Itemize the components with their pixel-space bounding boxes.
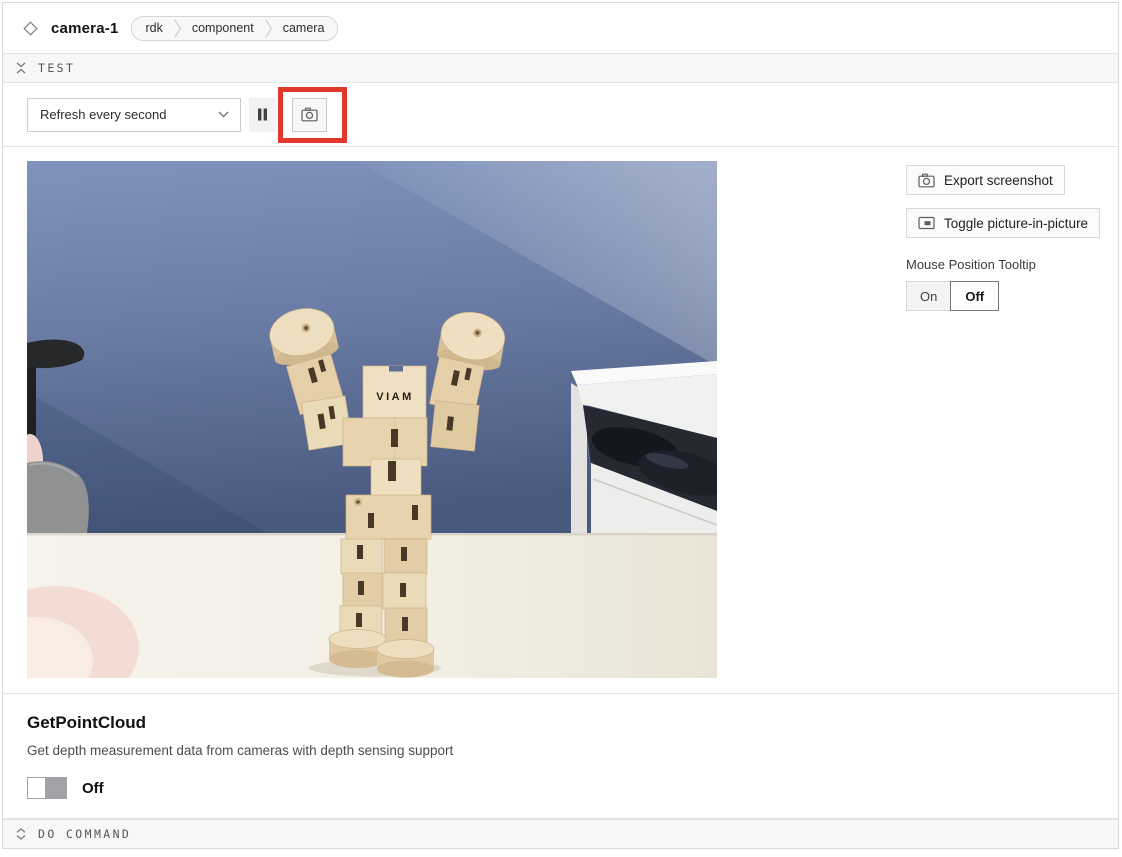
breadcrumb: rdk component camera: [131, 16, 338, 41]
collapse-icon: [16, 61, 26, 75]
diamond-icon: [23, 21, 38, 36]
refresh-rate-select[interactable]: Refresh every second: [27, 98, 241, 132]
breadcrumb-item-rdk: rdk: [135, 17, 172, 40]
tooltip-on-button[interactable]: On: [906, 281, 951, 311]
component-header: camera-1 rdk component camera: [3, 3, 1118, 53]
get-point-cloud-description: Get depth measurement data from cameras …: [27, 743, 1094, 758]
viam-logo-text: VIAM: [376, 391, 414, 403]
pause-icon: [257, 108, 268, 121]
chevron-down-icon: [218, 111, 229, 118]
export-screenshot-label: Export screenshot: [944, 173, 1053, 188]
chevron-separator-icon: [264, 18, 273, 39]
toggle-pip-label: Toggle picture-in-picture: [944, 216, 1088, 231]
test-section-bar[interactable]: TEST: [3, 53, 1118, 83]
page-title: camera-1: [51, 20, 118, 37]
export-screenshot-button[interactable]: Export screenshot: [906, 165, 1065, 195]
mouse-position-tooltip-label: Mouse Position Tooltip: [906, 257, 1116, 272]
chevron-separator-icon: [173, 18, 182, 39]
refresh-toolbar: Refresh every second: [3, 83, 1118, 147]
component-card: camera-1 rdk component camera TEST Refre…: [2, 2, 1119, 849]
breadcrumb-item-camera: camera: [273, 17, 335, 40]
refresh-rate-value: Refresh every second: [40, 107, 166, 122]
pause-refresh-button[interactable]: [249, 98, 276, 132]
screenshot-button[interactable]: [292, 98, 327, 132]
test-section-label: TEST: [38, 61, 75, 75]
camera-icon: [918, 173, 935, 188]
feed-side-controls: Export screenshot Toggle picture-in-pict…: [906, 161, 1116, 311]
right-foot: [377, 640, 434, 678]
toggle-knob: [27, 777, 46, 799]
get-point-cloud-toggle[interactable]: [27, 777, 67, 799]
test-panel-body: VIAM: [3, 147, 1118, 694]
tooltip-off-button[interactable]: Off: [950, 281, 999, 311]
picture-in-picture-icon: [918, 216, 935, 230]
get-point-cloud-title: GetPointCloud: [27, 713, 1094, 733]
breadcrumb-item-component: component: [182, 17, 264, 40]
toggle-state-label: Off: [82, 780, 104, 797]
mouse-tooltip-segmented-control: On Off: [906, 281, 1116, 311]
get-point-cloud-section: GetPointCloud Get depth measurement data…: [3, 694, 1118, 819]
camera-live-feed: VIAM: [27, 161, 717, 678]
camera-icon: [301, 107, 318, 122]
expand-icon: [16, 827, 26, 841]
annotation-highlight-box: [278, 87, 347, 143]
do-command-section-label: DO COMMAND: [38, 827, 131, 841]
cabinet: [571, 361, 717, 533]
toggle-pip-button[interactable]: Toggle picture-in-picture: [906, 208, 1100, 238]
do-command-section-bar[interactable]: DO COMMAND: [3, 819, 1118, 849]
